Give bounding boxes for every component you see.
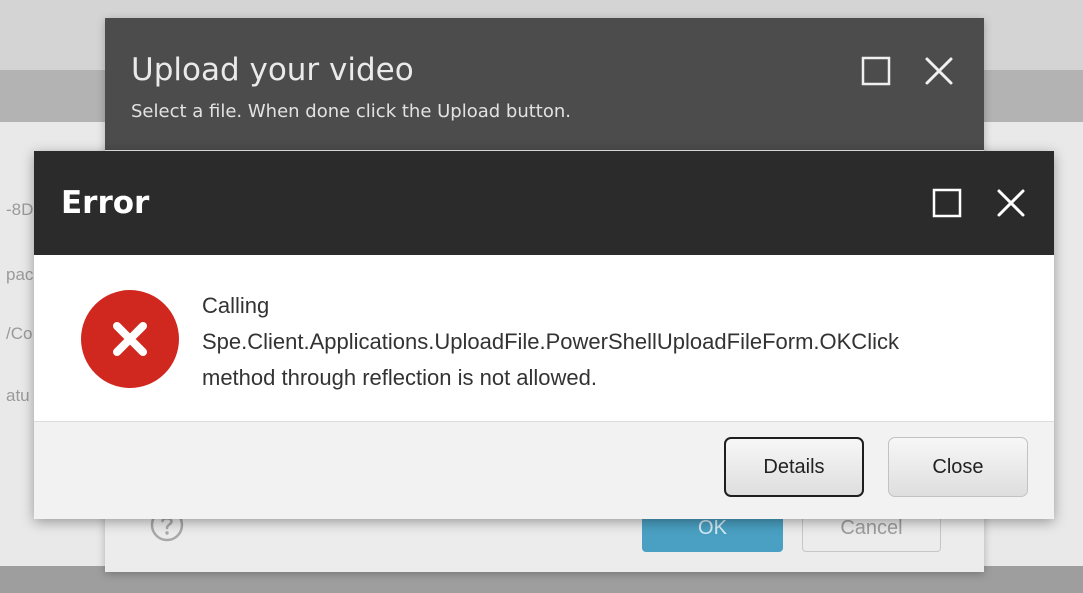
- details-button[interactable]: Details: [724, 437, 864, 497]
- close-icon[interactable]: [923, 55, 955, 87]
- error-dialog-title: Error: [61, 185, 150, 221]
- upload-dialog-subtitle: Select a file. When done click the Uploa…: [131, 101, 571, 122]
- close-icon[interactable]: [995, 187, 1027, 219]
- background-text-fragment: /Co: [6, 324, 33, 343]
- error-message-line: Spe.Client.Applications.UploadFile.Power…: [202, 329, 899, 354]
- background-text-fragment: -8D: [6, 200, 34, 219]
- error-dialog: Error Calling Spe.Client.Applications.Up…: [34, 151, 1054, 519]
- error-dialog-header: Error: [34, 151, 1054, 255]
- error-x-icon: [81, 290, 179, 388]
- upload-dialog-title: Upload your video: [131, 52, 414, 88]
- error-message-line: Calling: [202, 293, 270, 318]
- error-message-line: method through reflection is not allowed…: [202, 365, 598, 390]
- maximize-icon[interactable]: [931, 187, 963, 219]
- maximize-icon[interactable]: [860, 55, 892, 87]
- error-dialog-body: Calling Spe.Client.Applications.UploadFi…: [34, 255, 1054, 422]
- upload-dialog-header: Upload your video Select a file. When do…: [105, 18, 984, 150]
- close-button[interactable]: Close: [888, 437, 1028, 497]
- error-message: Calling Spe.Client.Applications.UploadFi…: [202, 288, 1022, 396]
- background-text-fragment: atu: [6, 386, 30, 405]
